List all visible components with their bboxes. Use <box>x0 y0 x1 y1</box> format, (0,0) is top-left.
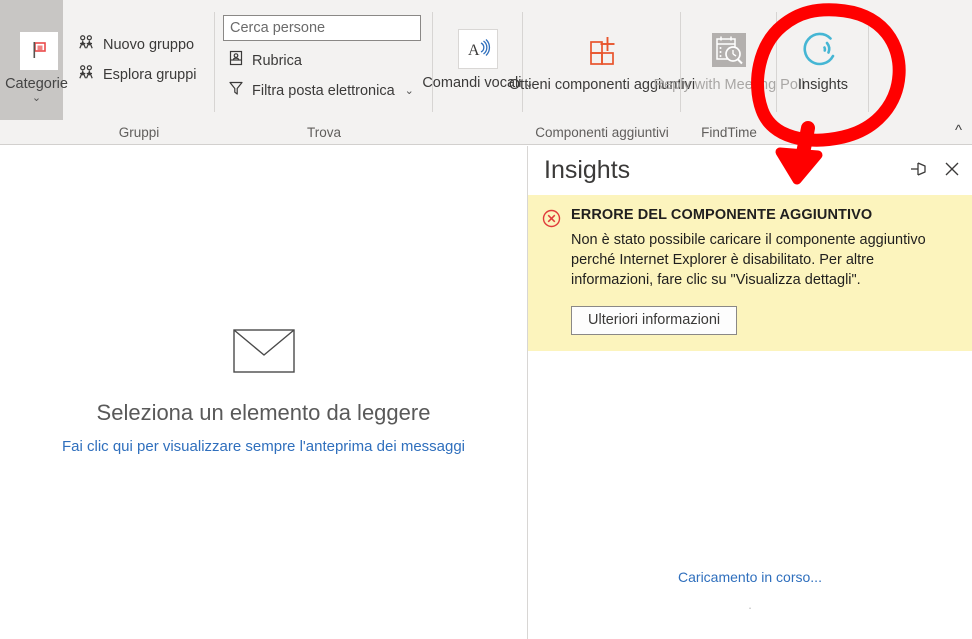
funnel-filter-icon <box>227 79 245 102</box>
outlook-window: Categorie ⌄ Nuovo gruppo Esplora gruppi … <box>0 0 972 639</box>
rubrica-button[interactable]: Rubrica <box>223 46 433 76</box>
group-name-componenti-aggiuntivi: Componenti aggiuntivi <box>535 124 669 140</box>
insights-pane-title: Insights <box>544 155 631 184</box>
search-people-placeholder: Cerca persone <box>230 19 326 36</box>
group-name-findtime: FindTime <box>701 124 757 140</box>
envelope-icon <box>232 329 295 378</box>
insights-pane-actions <box>909 161 960 177</box>
ribbon-group-categorie[interactable]: Categorie ⌄ <box>0 0 68 120</box>
flag-icon <box>19 32 58 70</box>
close-icon[interactable] <box>944 161 960 177</box>
chevron-down-icon[interactable]: ⌄ <box>32 93 41 104</box>
loading-dot-indicator: · <box>747 600 753 615</box>
get-addins-grid-plus-icon <box>580 29 624 71</box>
insights-label: Insights <box>798 76 848 93</box>
insights-pane-header: Insights <box>528 145 972 195</box>
error-circle-x-icon <box>542 209 561 233</box>
search-people-input[interactable]: Cerca persone <box>223 14 421 41</box>
dictate-icon: A <box>458 29 498 69</box>
insights-button[interactable]: Insights <box>798 27 848 94</box>
categorie-label: Categorie <box>5 76 68 92</box>
ribbon-group-trova: Cerca persone Rubrica Filtra posta elett… <box>215 0 433 120</box>
insights-pane-body: Caricamento in corso... · <box>528 351 972 639</box>
nuovo-gruppo-button[interactable]: Nuovo gruppo <box>73 30 215 60</box>
calendar-search-icon <box>707 29 751 71</box>
addin-error-heading: ERRORE DEL COMPONENTE AGGIUNTIVO <box>571 207 873 223</box>
reading-pane-title: Seleziona un elemento da leggere <box>96 400 431 425</box>
ribbon-group-names: Gruppi Trova Componenti aggiuntivi FindT… <box>63 120 972 144</box>
pin-icon[interactable] <box>909 161 928 177</box>
loading-status-text: Caricamento in corso... <box>678 569 822 585</box>
ribbon: Categorie ⌄ Nuovo gruppo Esplora gruppi … <box>0 0 972 145</box>
ribbon-group-findtime: Reply with Meeting Poll <box>654 0 804 120</box>
ribbon-group-gruppi: Nuovo gruppo Esplora gruppi <box>63 0 215 120</box>
address-book-icon <box>227 49 245 72</box>
addin-error-message: Non è stato possibile caricare il compon… <box>571 232 926 288</box>
filtra-posta-button[interactable]: Filtra posta elettronica ⌄ <box>223 76 433 106</box>
people-group-icon <box>77 63 96 87</box>
addin-error-banner: ERRORE DEL COMPONENTE AGGIUNTIVO Non è s… <box>528 195 972 351</box>
group-name-trova: Trova <box>306 124 341 140</box>
group-name-gruppi: Gruppi <box>118 124 160 140</box>
nuovo-gruppo-label: Nuovo gruppo <box>103 37 195 53</box>
reading-pane-preview-link[interactable]: Fai clic qui per visualizzare sempre l'a… <box>62 438 465 455</box>
ribbon-group-insights: Insights <box>777 0 869 120</box>
group-divider <box>868 12 869 112</box>
chevron-up-icon[interactable]: ^ <box>955 122 962 139</box>
reading-pane: Seleziona un elemento da leggere Fai cli… <box>0 145 527 639</box>
filtra-posta-label: Filtra posta elettronica <box>252 82 395 99</box>
people-group-icon <box>77 33 96 57</box>
esplora-gruppi-button[interactable]: Esplora gruppi <box>73 60 215 90</box>
esplora-gruppi-label: Esplora gruppi <box>103 67 197 83</box>
rubrica-label: Rubrica <box>252 52 302 69</box>
ribbon-body: Categorie ⌄ Nuovo gruppo Esplora gruppi … <box>0 0 972 120</box>
chevron-down-icon[interactable]: ⌄ <box>405 84 414 97</box>
insights-arcs-icon <box>801 29 845 71</box>
insights-pane: Insights ERRORE DEL COMPONENTE AGGIUNTIV… <box>528 145 972 639</box>
ulteriori-informazioni-button[interactable]: Ulteriori informazioni <box>571 306 738 335</box>
svg-text:A: A <box>468 42 480 59</box>
